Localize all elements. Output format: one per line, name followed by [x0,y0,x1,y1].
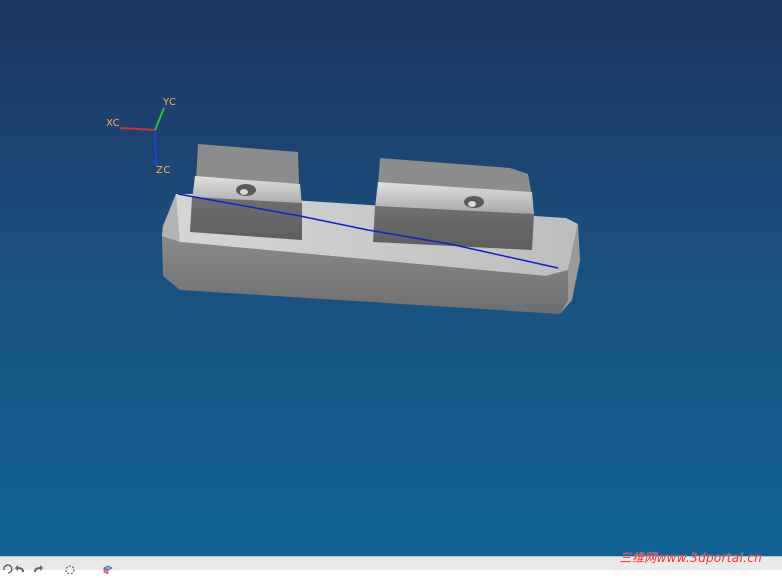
model-scene[interactable] [0,0,782,556]
left-clamp-block[interactable] [190,144,302,240]
y-axis-line [154,107,165,131]
z-axis-label: ZC [156,165,171,176]
rotate-icon[interactable] [2,559,14,574]
circle-select-icon[interactable] [64,559,76,575]
cube-view-icon[interactable] [102,559,114,575]
undo-icon[interactable] [14,559,26,572]
site-watermark: 三维网www.3dportal.cn [619,551,762,565]
right-clamp-block[interactable] [373,158,534,250]
x-axis-line [119,127,156,131]
graphics-viewport[interactable]: XC YC ZC [0,0,782,556]
y-axis-label: YC [163,97,177,108]
z-axis-line [154,129,157,167]
right-block-hole-inner [468,201,476,207]
left-block-hole-inner [240,189,248,195]
x-axis-label: XC [106,118,121,129]
redo-icon[interactable] [32,559,44,572]
coordinate-triad [119,107,165,167]
